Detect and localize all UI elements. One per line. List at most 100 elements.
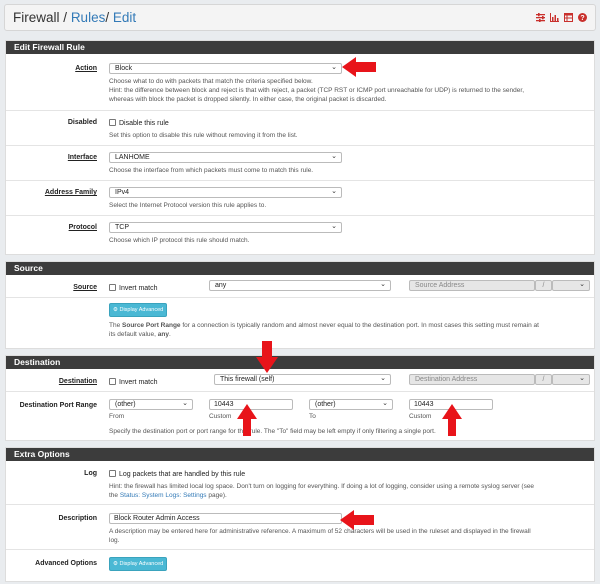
source-address-input[interactable]: Source Address [409, 280, 535, 291]
chevron-down-icon: ⌄ [579, 281, 585, 288]
panel-title: Extra Options [6, 448, 594, 461]
port-to-select[interactable]: (other) ⌄ [309, 399, 393, 410]
interface-value: LANHOME [115, 154, 150, 161]
protocol-row: Protocol TCP ⌄ Choose which IP protocol t… [6, 216, 594, 254]
chevron-down-icon: ⌄ [331, 188, 337, 195]
port-from-select[interactable]: (other) ⌄ [109, 399, 193, 410]
source-type-value: any [215, 282, 227, 289]
destination-type-value: This firewall (self) [220, 376, 275, 383]
panel-title: Source [6, 262, 594, 275]
disabled-help: Set this option to disable this rule wit… [109, 132, 298, 139]
chevron-down-icon: ⌄ [331, 153, 337, 160]
custom-caption: Custom [409, 413, 432, 420]
description-label: Description [58, 515, 97, 522]
table-icon[interactable] [564, 13, 573, 22]
interface-label: Interface [67, 154, 97, 161]
checkbox-box[interactable] [109, 378, 116, 385]
log-help: Hint: the firewall has limited local log… [109, 483, 535, 499]
log-checkbox[interactable]: Log packets that are handled by this rul… [109, 470, 245, 478]
header-icons: ? [536, 13, 587, 22]
from-caption: From [109, 413, 125, 420]
extra-options-panel: Extra Options Log Log packets that are h… [5, 447, 595, 582]
address-family-value: IPv4 [115, 189, 130, 196]
chevron-down-icon: ⌄ [380, 281, 386, 288]
disabled-row: Disabled Disable this rule Set this opti… [6, 111, 594, 146]
disable-rule-checkbox[interactable]: Disable this rule [109, 119, 169, 127]
address-family-row: Address Family IPv4 ⌄ Select the Internet… [6, 181, 594, 216]
description-input[interactable]: Block Router Admin Access [109, 513, 342, 524]
log-label: Log [84, 470, 97, 477]
protocol-select[interactable]: TCP ⌄ [109, 222, 342, 233]
interface-help: Choose the interface from which packets … [109, 167, 314, 174]
protocol-label: Protocol [68, 224, 97, 231]
breadcrumb-edit-link[interactable]: Edit [113, 10, 136, 25]
checkbox-box[interactable] [109, 119, 116, 126]
protocol-help: Choose which IP protocol this rule shoul… [109, 237, 250, 244]
help-icon[interactable]: ? [578, 13, 587, 22]
destination-row: Destination Invert match This firewall (… [6, 369, 594, 392]
chevron-down-icon: ⌄ [331, 64, 337, 71]
source-label: Source [73, 284, 97, 291]
interface-row: Interface LANHOME ⌄ Choose the interface … [6, 146, 594, 181]
destination-type-select[interactable]: This firewall (self) ⌄ [214, 374, 391, 385]
destination-mask-select[interactable]: ⌄ [552, 374, 590, 385]
breadcrumb: Firewall / Rules/ Edit [13, 10, 136, 25]
breadcrumb-rules-link[interactable]: Rules [71, 10, 106, 25]
action-value: Block [115, 65, 133, 72]
destination-port-row: Destination Port Range (other) ⌄ 10443 (o… [6, 392, 594, 440]
destination-panel: Destination Destination Invert match Thi… [5, 355, 595, 441]
address-family-select[interactable]: IPv4 ⌄ [109, 187, 342, 198]
port-from-custom-input[interactable]: 10443 [209, 399, 293, 410]
breadcrumb-separator: / [105, 10, 110, 25]
breadcrumb-firewall: Firewall [13, 10, 60, 25]
source-help: The Source Port Range for a connection i… [109, 322, 539, 338]
destination-address-input[interactable]: Destination Address [409, 374, 535, 385]
destination-port-help: Specify the destination port or port ran… [109, 428, 436, 435]
source-slash: / [535, 280, 552, 291]
action-row: Action Block ⌄ Choose what to do with pac… [6, 54, 594, 111]
system-logs-settings-link[interactable]: Status: System Logs: Settings [120, 492, 207, 499]
disabled-label: Disabled [67, 119, 97, 126]
display-advanced-button[interactable]: ⚙ Display Advanced [109, 557, 168, 571]
chevron-down-icon: ⌄ [182, 400, 188, 407]
address-family-help: Select the Internet Protocol version thi… [109, 202, 267, 209]
chart-icon[interactable] [550, 13, 559, 22]
address-family-label: Address Family [44, 189, 97, 196]
panel-title: Edit Firewall Rule [6, 41, 594, 54]
source-advanced-row: ⚙ Display Advanced The Source Port Range… [6, 298, 594, 349]
display-advanced-button[interactable]: ⚙ Display Advanced [109, 303, 168, 317]
chevron-down-icon: ⌄ [380, 375, 386, 382]
edit-rule-panel: Edit Firewall Rule Action Block ⌄ Choose … [5, 40, 595, 255]
log-row: Log Log packets that are handled by this… [6, 461, 594, 505]
source-invert-checkbox[interactable]: Invert match [109, 284, 158, 292]
advanced-options-label: Advanced Options [35, 560, 97, 567]
destination-port-label: Destination Port Range [19, 402, 97, 409]
source-type-select[interactable]: any ⌄ [209, 280, 391, 291]
port-to-custom-input[interactable]: 10443 [409, 399, 493, 410]
to-caption: To [309, 413, 316, 420]
checkbox-box[interactable] [109, 470, 116, 477]
chevron-down-icon: ⌄ [579, 375, 585, 382]
breadcrumb-separator: / [63, 10, 68, 25]
destination-label: Destination [58, 378, 97, 385]
destination-slash: / [535, 374, 552, 385]
action-select[interactable]: Block ⌄ [109, 63, 342, 74]
destination-invert-checkbox[interactable]: Invert match [109, 378, 158, 386]
description-row: Description Block Router Admin Access A … [6, 505, 594, 550]
interface-select[interactable]: LANHOME ⌄ [109, 152, 342, 163]
chevron-down-icon: ⌄ [331, 223, 337, 230]
description-help: A description may be entered here for ad… [109, 528, 531, 544]
source-mask-select[interactable]: ⌄ [552, 280, 590, 291]
page-header: Firewall / Rules/ Edit ? [4, 4, 596, 31]
sliders-icon[interactable] [536, 13, 545, 22]
source-row: Source Invert match any ⌄ Source Address … [6, 275, 594, 298]
protocol-value: TCP [115, 224, 129, 231]
source-panel: Source Source Invert match any ⌄ Source A… [5, 261, 595, 349]
checkbox-box[interactable] [109, 284, 116, 291]
panel-title: Destination [6, 356, 594, 369]
svg-text:?: ? [580, 15, 584, 22]
action-label: Action [75, 65, 97, 72]
custom-caption: Custom [209, 413, 232, 420]
chevron-down-icon: ⌄ [382, 400, 388, 407]
advanced-options-row: Advanced Options ⚙ Display Advanced [6, 550, 594, 582]
